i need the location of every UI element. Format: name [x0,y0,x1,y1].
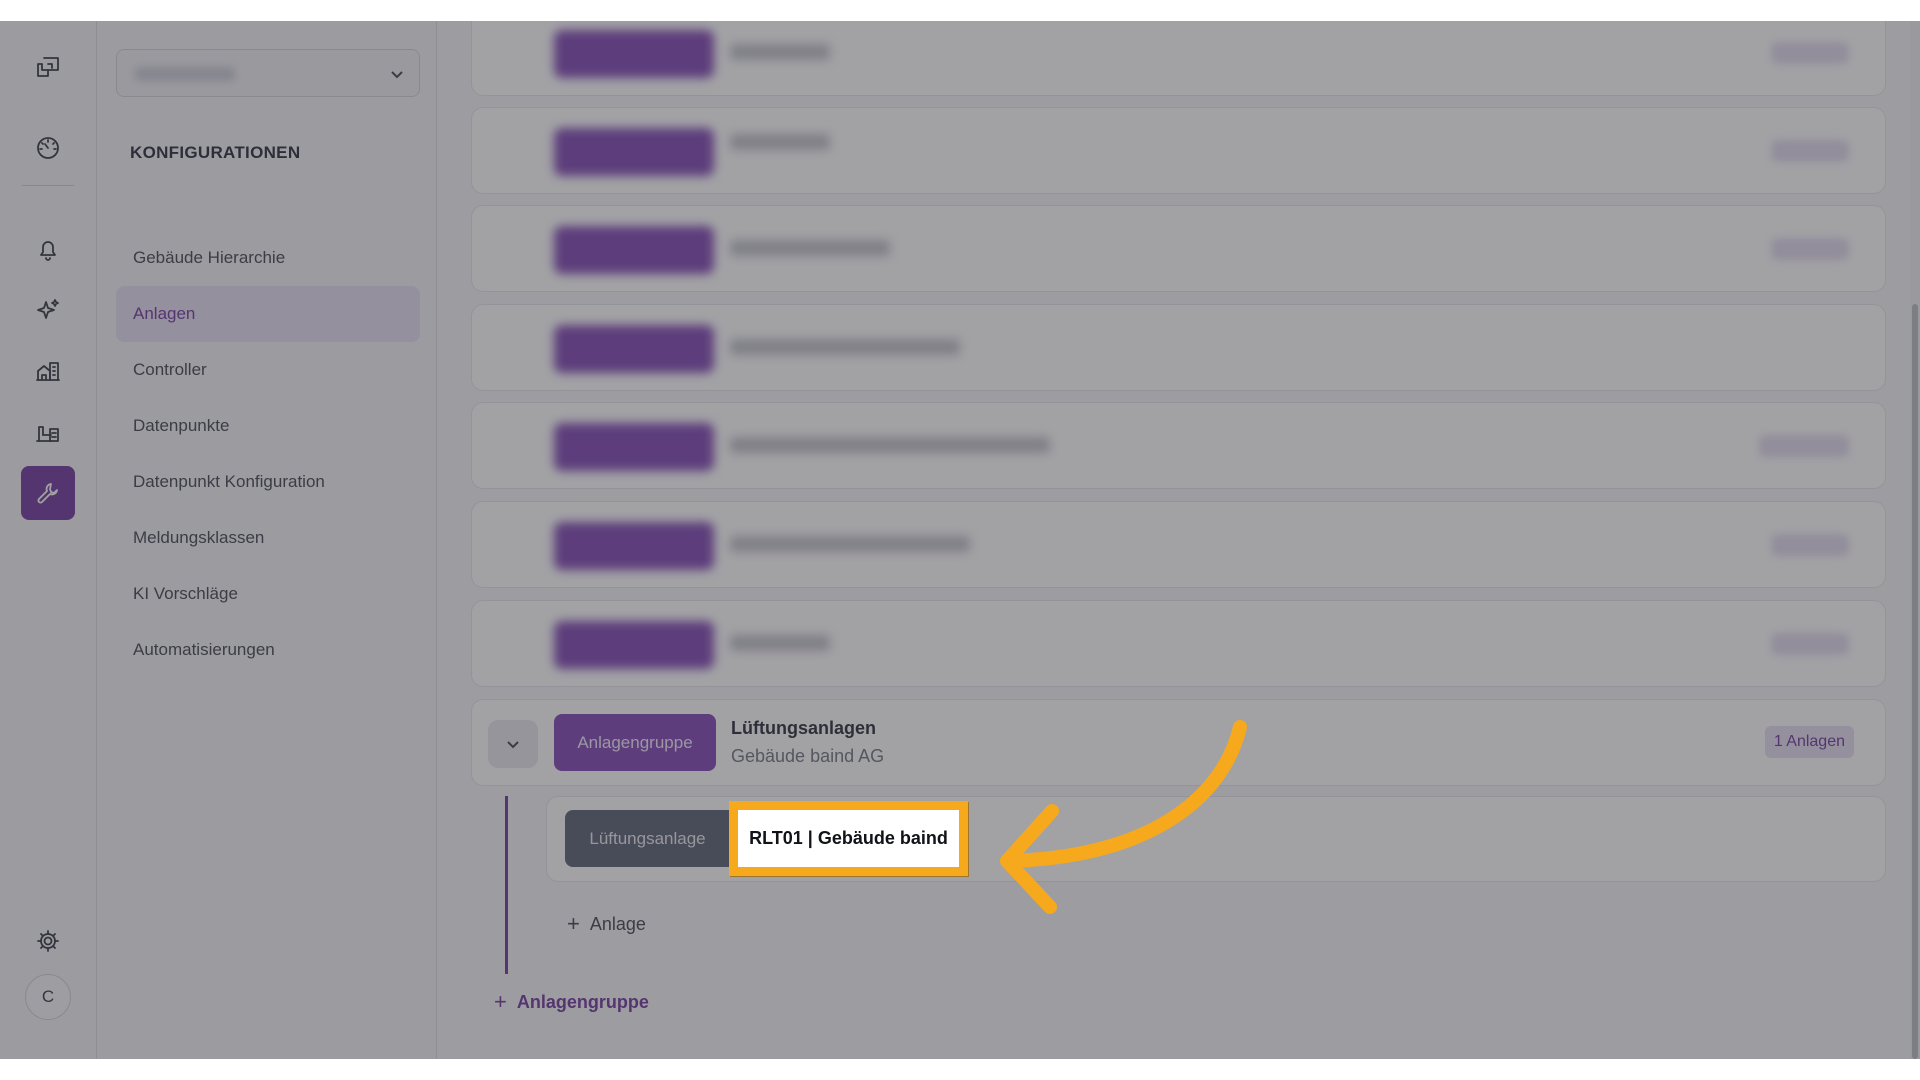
blurred-badge [1771,534,1849,556]
nav-item-ki-vorschlaege[interactable]: KI Vorschläge [116,566,420,622]
add-anlagengruppe-button[interactable]: + Anlagengruppe [494,989,649,1015]
blurred-group-row[interactable] [471,205,1886,292]
add-anlage-label: Anlage [589,913,646,934]
blurred-badge [1771,633,1849,655]
anlagen-count-badge: 1 Anlagen [1764,726,1854,758]
main-content: Anlagengruppe Lüftungsanlagen Gebäude ba… [437,21,1920,1059]
app-window: C KONFIGURATIONEN Gebäude Hierarchie Anl… [0,21,1920,1059]
blurred-group-row[interactable] [471,304,1886,391]
add-anlagengruppe-label: Anlagengruppe [516,991,649,1012]
rail-divider [22,185,74,186]
section-title: KONFIGURATIONEN [130,143,301,162]
blurred-pill [554,226,714,274]
building-select[interactable] [116,49,420,97]
blurred-badge [1771,140,1849,162]
blurred-group-row[interactable] [471,21,1886,96]
sparkles-icon[interactable] [21,283,75,337]
scrollbar[interactable] [1910,21,1920,1059]
blurred-group-row[interactable] [471,107,1886,194]
config-sidebar: KONFIGURATIONEN Gebäude Hierarchie Anlag… [97,21,437,1059]
blurred-text [730,134,830,150]
building-select-value [135,67,235,81]
nav-item-controller[interactable]: Controller [116,342,420,398]
wrench-icon[interactable] [21,466,75,520]
blurred-pill [554,423,714,471]
blurred-pill [554,621,714,669]
blurred-pill [554,30,714,78]
nav-item-automatisierungen[interactable]: Automatisierungen [116,622,420,678]
blurred-text [730,635,830,651]
scrollbar-thumb[interactable] [1912,304,1918,1059]
plus-icon: + [567,911,580,936]
avatar[interactable]: C [25,974,71,1020]
blurred-badge [1759,435,1849,457]
blurred-pill [554,128,714,176]
collapse-toggle-button[interactable] [488,720,538,768]
blurred-badge [1771,238,1849,260]
plant-icon[interactable] [21,405,75,459]
blurred-group-row[interactable] [471,402,1886,489]
group-subtitle: Gebäude baind AG [731,746,885,766]
tree-connector-line [505,796,508,974]
logo-icon[interactable] [21,41,75,95]
blurred-text [730,437,1050,453]
dashboard-gauge-icon[interactable] [21,121,75,175]
nav-item-datenpunkt-konfiguration[interactable]: Datenpunkt Konfiguration [116,454,420,510]
blurred-text [730,536,970,552]
chevron-down-icon [507,741,519,749]
group-title: Lüftungsanlagen [731,718,876,738]
blurred-pill [554,522,714,570]
icon-rail: C [0,21,97,1059]
bell-icon[interactable] [21,223,75,277]
gear-icon[interactable] [21,914,75,968]
nav-item-datenpunkte[interactable]: Datenpunkte [116,398,420,454]
nav-item-anlagen[interactable]: Anlagen [116,286,420,342]
add-anlage-button[interactable]: + Anlage [567,911,646,937]
nav-item-gebaeude-hierarchie[interactable]: Gebäude Hierarchie [116,230,420,286]
chevron-down-icon [387,64,407,84]
blurred-badge [1771,42,1849,64]
anlage-type-tag: Lüftungsanlage [565,810,730,867]
blurred-group-row[interactable] [471,600,1886,687]
blurred-text [730,44,830,60]
anlage-name[interactable]: RLT01 | Gebäude baind [730,802,969,877]
blurred-pill [554,325,714,373]
anlage-row[interactable]: Lüftungsanlage RLT01 | Gebäude baind [546,796,1886,882]
blurred-text [730,339,960,355]
group-type-tag: Anlagengruppe [554,714,716,771]
nav-item-meldungsklassen[interactable]: Meldungsklassen [116,510,420,566]
blurred-group-row[interactable] [471,501,1886,588]
plus-icon: + [494,989,507,1014]
blurred-text [730,240,890,256]
anlagengruppe-row[interactable]: Anlagengruppe Lüftungsanlagen Gebäude ba… [471,699,1886,786]
buildings-icon[interactable] [21,344,75,398]
